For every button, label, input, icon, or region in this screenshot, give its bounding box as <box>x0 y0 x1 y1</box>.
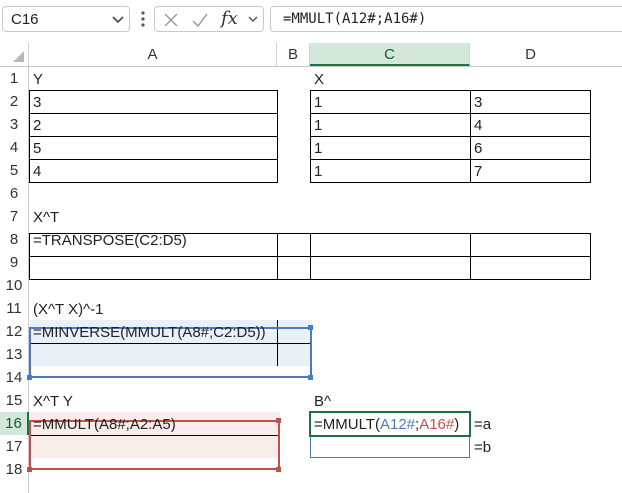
cell-d2[interactable]: 3 <box>474 91 482 114</box>
cell-a5[interactable]: 4 <box>33 160 41 183</box>
column-header-a[interactable]: A <box>29 43 277 66</box>
cell-d5[interactable]: 7 <box>474 160 482 183</box>
formula-input[interactable]: =MMULT(A12#;A16#) <box>270 6 622 32</box>
cell-a3[interactable]: 2 <box>33 114 41 137</box>
more-options-icon[interactable] <box>140 9 146 29</box>
row-header-5[interactable]: 5 <box>0 159 29 182</box>
row-header-16[interactable]: 16 <box>0 412 29 435</box>
select-all-button[interactable] <box>0 43 29 66</box>
row-header-6[interactable]: 6 <box>0 182 29 205</box>
row-header-2[interactable]: 2 <box>0 90 29 113</box>
formula-ref-a16: A16# <box>419 416 455 433</box>
name-box[interactable]: C16 <box>2 6 130 32</box>
name-box-value: C16 <box>11 11 39 28</box>
column-header-d[interactable]: D <box>470 43 591 66</box>
cell-d4[interactable]: 6 <box>474 137 482 160</box>
row-header-17[interactable]: 17 <box>0 435 29 458</box>
cell-a16[interactable]: =MMULT(A8#;A2:A5) <box>33 413 176 436</box>
cell-e16[interactable]: =a <box>474 413 491 436</box>
cell-c2[interactable]: 1 <box>314 91 322 114</box>
column-header-c[interactable]: C <box>310 43 470 66</box>
cancel-icon[interactable] <box>163 12 179 28</box>
row-header-12[interactable]: 12 <box>0 320 29 343</box>
header-divider <box>0 66 622 67</box>
cell-a12[interactable]: =MINVERSE(MMULT(A8#;C2:D5)) <box>33 321 266 344</box>
column-header-b[interactable]: B <box>277 43 310 66</box>
row-header-8[interactable]: 8 <box>0 228 29 251</box>
cell-a11[interactable]: (X^T X)^-1 <box>33 298 103 321</box>
check-icon[interactable] <box>191 12 209 28</box>
row-header-9[interactable]: 9 <box>0 251 29 274</box>
insert-function-icon[interactable]: fx <box>221 8 238 29</box>
cell-c4[interactable]: 1 <box>314 137 322 160</box>
row-header-14[interactable]: 14 <box>0 366 29 389</box>
select-all-icon <box>13 51 24 62</box>
cell-a8[interactable]: =TRANSPOSE(C2:D5) <box>33 229 187 252</box>
cell-a4[interactable]: 5 <box>33 137 41 160</box>
row-header-4[interactable]: 4 <box>0 136 29 159</box>
row-header-1[interactable]: 1 <box>0 67 29 90</box>
formula-suffix: ) <box>454 416 460 433</box>
formula-text: =MMULT(A12#;A16#) <box>283 11 427 27</box>
cell-a7[interactable]: X^T <box>33 206 59 229</box>
formula-prefix: =MMULT( <box>314 416 380 433</box>
cell-a2[interactable]: 3 <box>33 91 41 114</box>
cell-c5[interactable]: 1 <box>314 160 322 183</box>
chevron-down-icon[interactable] <box>247 15 259 25</box>
spill-range-outline <box>310 435 470 458</box>
row-header-3[interactable]: 3 <box>0 113 29 136</box>
row-header-15[interactable]: 15 <box>0 389 29 412</box>
row-header-11[interactable]: 11 <box>0 297 29 320</box>
formula-buttons: fx <box>154 6 264 32</box>
spreadsheet-grid: A B C D 1 2 3 4 5 6 7 8 9 10 11 12 13 14… <box>0 40 622 493</box>
formula-bar: C16 fx =MMULT(A12#;A16#) <box>0 0 622 40</box>
cell-c15[interactable]: B^ <box>314 390 331 413</box>
row-header-18[interactable]: 18 <box>0 458 29 493</box>
cell-c3[interactable]: 1 <box>314 114 322 137</box>
cell-a15[interactable]: X^T Y <box>33 390 73 413</box>
row-header-13[interactable]: 13 <box>0 343 29 366</box>
cell-e17[interactable]: =b <box>474 436 491 459</box>
chevron-down-icon[interactable] <box>111 15 125 25</box>
cell-c16[interactable]: =MMULT(A12#;A16#) <box>314 413 459 436</box>
cell-c1[interactable]: X <box>314 68 324 91</box>
row-header-7[interactable]: 7 <box>0 205 29 228</box>
row-header-10[interactable]: 10 <box>0 274 29 297</box>
cell-d3[interactable]: 4 <box>474 114 482 137</box>
formula-ref-a12: A12# <box>379 416 416 433</box>
cell-a1[interactable]: Y <box>33 68 43 91</box>
